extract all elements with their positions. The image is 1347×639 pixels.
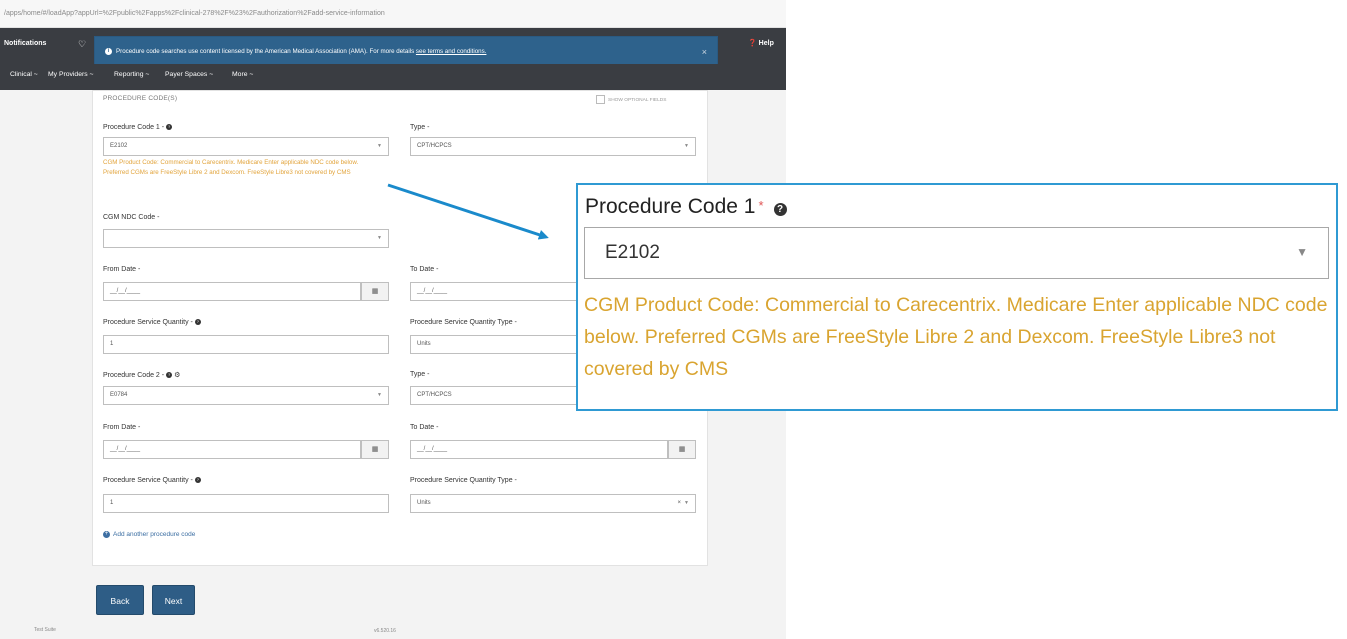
chevron-down-icon: ▼ xyxy=(1296,245,1308,259)
help-icon[interactable]: ? xyxy=(773,203,787,216)
zoom-procedure-code-1-label: Procedure Code 1 *? xyxy=(585,195,787,219)
zoom-label-text: Procedure Code 1 xyxy=(585,195,756,218)
zoom-select-value: E2102 xyxy=(605,242,660,263)
zoom-procedure-code-note: CGM Product Code: Commercial to Carecent… xyxy=(584,294,1328,380)
zoom-procedure-code-1-select[interactable]: E2102 ▼ xyxy=(584,227,1329,279)
zoom-callout: Procedure Code 1 *? E2102 ▼ CGM Product Co… xyxy=(576,183,1338,411)
required-marker: * xyxy=(758,198,764,213)
